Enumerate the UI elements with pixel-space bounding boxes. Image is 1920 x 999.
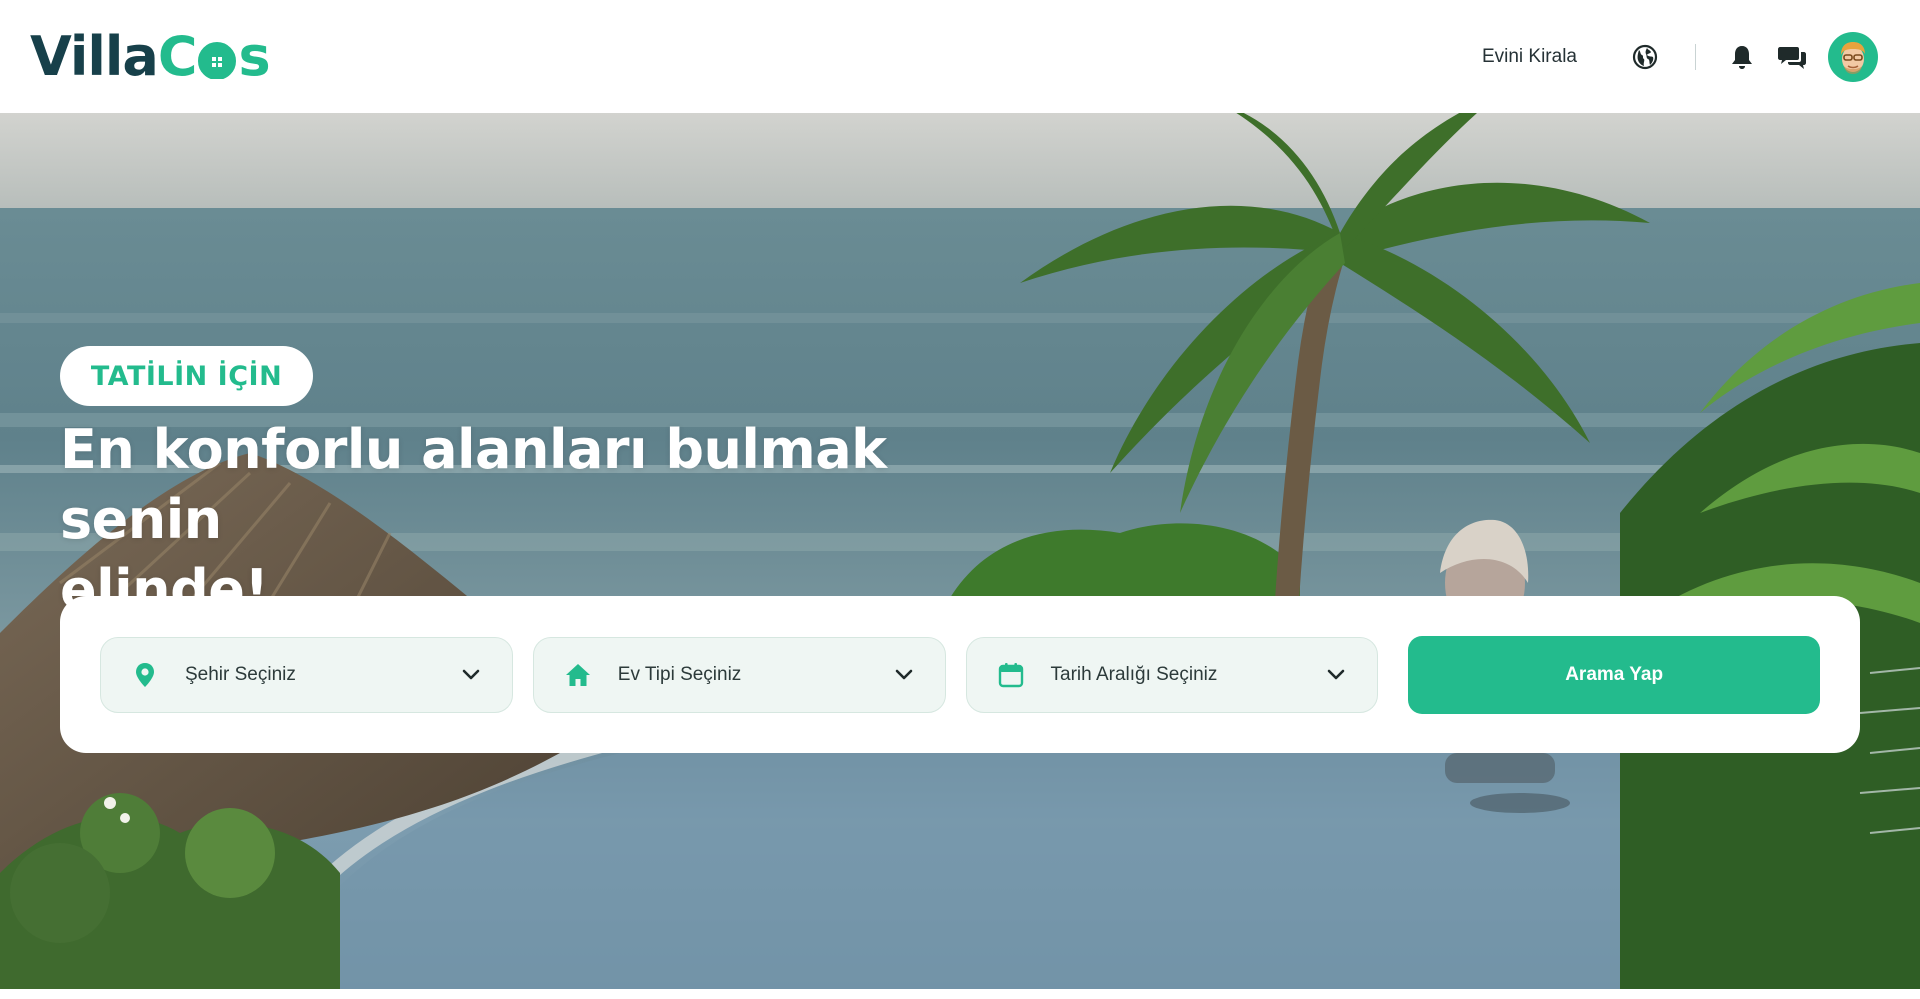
hero-headline-line1: En konforlu alanları bulmak senin xyxy=(60,418,887,551)
header-actions: Evini Kirala xyxy=(1482,31,1878,82)
rent-your-home-link[interactable]: Evini Kirala xyxy=(1482,46,1577,68)
city-select-label: Şehir Seçiniz xyxy=(185,663,296,685)
page-bottom-strip xyxy=(0,989,1920,999)
date-range-select-label: Tarih Aralığı Seçiniz xyxy=(1050,663,1218,685)
city-select[interactable]: Şehir Seçiniz xyxy=(100,636,513,713)
chat-icon[interactable] xyxy=(1776,41,1808,73)
globe-icon[interactable] xyxy=(1629,41,1661,73)
logo-c-letter: C xyxy=(157,24,198,88)
bell-icon[interactable] xyxy=(1726,41,1758,73)
chevron-down-icon xyxy=(460,664,482,686)
header-divider xyxy=(1695,43,1696,70)
hero-banner: TATİLİN İÇİN En konforlu alanları bulmak… xyxy=(0,113,1920,989)
hero-tag-badge: TATİLİN İÇİN xyxy=(60,346,313,406)
logo-s-letter: s xyxy=(238,24,270,88)
house-type-select-label: Ev Tipi Seçiniz xyxy=(617,663,742,685)
logo-cos-text: C s xyxy=(157,24,271,88)
logo-villa-text: Villa xyxy=(30,24,159,88)
logo-house-icon xyxy=(197,34,237,80)
chevron-down-icon xyxy=(1325,664,1347,686)
user-avatar[interactable] xyxy=(1828,31,1878,82)
chevron-down-icon xyxy=(893,664,915,686)
search-card: Şehir Seçiniz Ev Tipi Seçiniz Tarih Aral… xyxy=(60,596,1860,753)
search-submit-button[interactable]: Arama Yap xyxy=(1408,635,1821,714)
date-range-select[interactable]: Tarih Aralığı Seçiniz xyxy=(965,636,1379,713)
top-header: Villa C s Evini Kirala xyxy=(0,0,1920,113)
house-type-select[interactable]: Ev Tipi Seçiniz xyxy=(532,636,946,713)
brand-logo[interactable]: Villa C s xyxy=(30,24,271,88)
house-icon xyxy=(564,661,592,689)
avatar-face-icon xyxy=(1841,41,1865,74)
hero-headline: En konforlu alanları bulmak senin elinde… xyxy=(60,415,1060,625)
calendar-icon xyxy=(997,661,1025,689)
location-pin-icon xyxy=(131,661,159,689)
